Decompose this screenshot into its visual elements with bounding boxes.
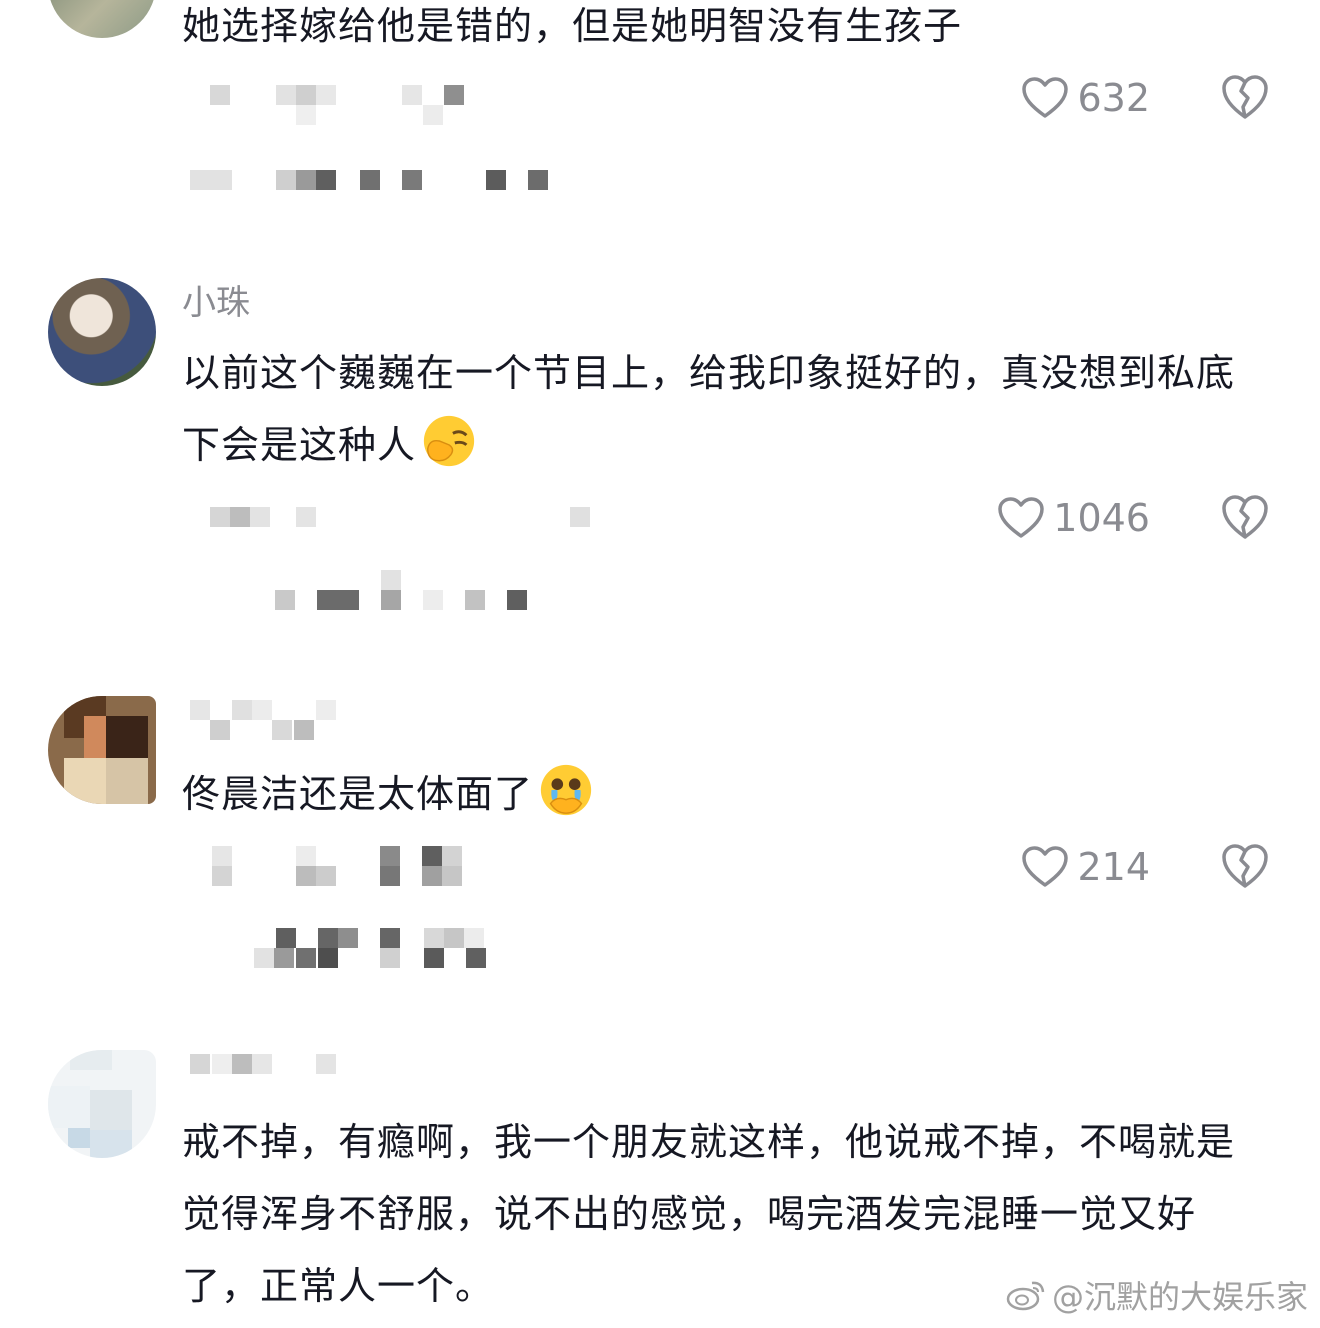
comment-text: 她选择嫁给他是错的，但是她明智没有生孩子 xyxy=(182,4,963,48)
avatar[interactable] xyxy=(48,0,156,38)
comment-text: 佟晨洁还是太体面了 xyxy=(182,758,1252,830)
heart-outline-icon xyxy=(1022,846,1069,887)
comment-item: 佟晨洁还是太体面了 214 xyxy=(0,690,1320,990)
like-button[interactable]: 1046 xyxy=(997,493,1150,543)
heart-outline-icon xyxy=(1022,77,1069,118)
face-palm-emoji xyxy=(423,415,475,467)
like-button[interactable]: 214 xyxy=(1021,842,1150,892)
heart-outline-icon xyxy=(998,497,1045,538)
comment-item: 小珠 以前这个巍巍在一个节目上，给我印象挺好的，真没想到私底下会是这种人 104… xyxy=(0,275,1320,655)
like-button[interactable]: 632 xyxy=(1021,73,1150,123)
like-count: 632 xyxy=(1077,76,1150,120)
weibo-watermark: @沉默的大娱乐家 xyxy=(1006,1272,1308,1318)
avatar[interactable] xyxy=(48,1050,156,1158)
broken-heart-icon[interactable] xyxy=(1220,73,1270,121)
comment-text-content: 佟晨洁还是太体面了 xyxy=(182,772,534,816)
avatar[interactable] xyxy=(48,696,156,804)
comment-item: 她选择嫁给他是错的，但是她明智没有生孩子 632 xyxy=(0,0,1320,240)
like-count: 214 xyxy=(1077,845,1150,889)
watermark-text: @沉默的大娱乐家 xyxy=(1051,1278,1308,1316)
avatar[interactable] xyxy=(48,278,156,386)
crying-face-emoji xyxy=(540,764,592,816)
broken-heart-icon[interactable] xyxy=(1220,842,1270,890)
comment-text-content: 以前这个巍巍在一个节目上，给我印象挺好的，真没想到私底下会是这种人 xyxy=(182,351,1236,467)
username[interactable]: 小珠 xyxy=(182,281,250,325)
like-count: 1046 xyxy=(1053,496,1150,540)
comment-text: 以前这个巍巍在一个节目上，给我印象挺好的，真没想到私底下会是这种人 xyxy=(182,337,1252,481)
broken-heart-icon[interactable] xyxy=(1220,493,1270,541)
weibo-logo-icon xyxy=(1006,1281,1045,1311)
